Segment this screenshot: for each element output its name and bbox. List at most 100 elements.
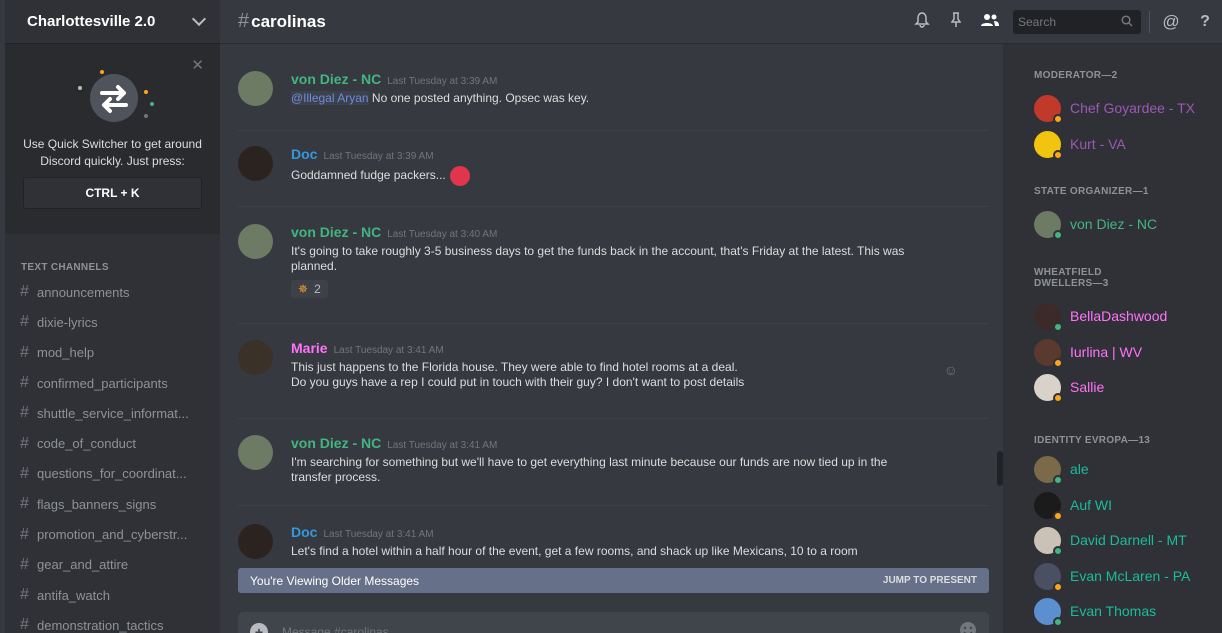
channel-list: # announcements # dixie-lyrics # mod_help # con… bbox=[5, 277, 220, 633]
role-name: WHEATFIELD bbox=[1034, 267, 1102, 278]
avatar[interactable] bbox=[238, 71, 273, 106]
older-messages-bar[interactable]: You're Viewing Older Messages JUMP TO PR… bbox=[238, 568, 989, 593]
channel-name: code_of_conduct bbox=[37, 436, 137, 452]
server-header[interactable]: Charlottesville 2.0 bbox=[5, 0, 220, 44]
status-indicator bbox=[1053, 510, 1063, 521]
member-item[interactable]: Kurt - VA bbox=[1034, 129, 1126, 160]
message-line-text: Do you guys have a rep I could put in to… bbox=[291, 375, 745, 389]
channel-name: promotion_and_cyberstr... bbox=[37, 527, 188, 543]
message-author[interactable]: Doc bbox=[291, 146, 317, 162]
message-author[interactable]: von Diez - NC bbox=[291, 71, 381, 87]
message-text: @Illegal Aryan No one posted anything. O… bbox=[291, 91, 988, 106]
member-item[interactable]: Evan Thomas bbox=[1034, 596, 1156, 627]
message: Doc Last Tuesday at 3:41 AM Let's find a h… bbox=[238, 524, 988, 559]
message-author[interactable]: von Diez - NC bbox=[291, 224, 381, 240]
member-item[interactable]: von Diez - NC bbox=[1034, 209, 1157, 240]
jump-to-present-button[interactable]: JUMP TO PRESENT bbox=[883, 575, 977, 586]
message-text: I'm searching for something but we'll ha… bbox=[291, 455, 988, 485]
role-header: WHEATFIELD DWELLERS—3 bbox=[1034, 267, 1109, 289]
add-reaction-icon[interactable]: ☺ bbox=[944, 362, 958, 378]
message-line: Goddamned fudge packers... bbox=[291, 166, 988, 186]
member-item[interactable]: BellaDashwood bbox=[1034, 301, 1168, 332]
chevron-down-icon[interactable] bbox=[191, 11, 207, 27]
avatar bbox=[1034, 597, 1063, 627]
channel-item[interactable]: # dixie-lyrics bbox=[5, 307, 220, 337]
channel-item[interactable]: # shuttle_service_informat... bbox=[5, 398, 220, 428]
hash-icon: # bbox=[20, 525, 29, 543]
pin-icon[interactable] bbox=[939, 11, 973, 33]
member-item[interactable]: David Darnell - MT bbox=[1034, 525, 1187, 556]
older-messages-label: You're Viewing Older Messages bbox=[250, 573, 420, 588]
message: von Diez - NC Last Tuesday at 3:41 AM I'm … bbox=[238, 435, 988, 485]
hash-icon: # bbox=[20, 586, 29, 604]
role-name: MODERATOR—2 bbox=[1034, 70, 1118, 81]
role-header: MODERATOR—2 bbox=[1034, 70, 1118, 81]
member-item[interactable]: Sallie bbox=[1034, 372, 1104, 403]
search-input[interactable]: Search bbox=[1013, 10, 1141, 34]
emoji-picker-icon[interactable] bbox=[959, 621, 977, 633]
channel-name: mod_help bbox=[37, 345, 95, 361]
member-item[interactable]: Iurlina | WV bbox=[1034, 337, 1142, 368]
close-icon[interactable]: ✕ bbox=[191, 56, 204, 74]
message-text: Goddamned fudge packers... bbox=[291, 166, 988, 186]
channel-header: # carolinas Search @ ? bbox=[220, 0, 1222, 44]
channel-item[interactable]: # announcements bbox=[5, 277, 220, 307]
member-item[interactable]: Evan McLaren - PA bbox=[1034, 561, 1190, 592]
message-composer[interactable]: + Message #carolinas bbox=[238, 612, 989, 633]
avatar[interactable] bbox=[238, 524, 273, 559]
avatar[interactable] bbox=[238, 435, 273, 470]
hash-icon: # bbox=[238, 10, 250, 32]
status-indicator bbox=[1053, 113, 1063, 124]
avatar[interactable] bbox=[238, 146, 273, 181]
member-item[interactable]: Chef Goyardee - TX bbox=[1034, 93, 1195, 124]
avatar[interactable] bbox=[238, 224, 273, 259]
channel-item[interactable]: # questions_for_coordinat... bbox=[5, 459, 220, 489]
user-mention[interactable]: @Illegal Aryan bbox=[291, 91, 369, 105]
channel-item[interactable]: # promotion_and_cyberstr... bbox=[5, 519, 220, 549]
channel-category-label[interactable]: TEXT CHANNELS bbox=[21, 262, 220, 273]
message-divider bbox=[238, 418, 988, 419]
bell-icon[interactable] bbox=[905, 11, 939, 33]
channel-item[interactable]: # mod_help bbox=[5, 338, 220, 368]
message-list: You're Viewing Older Messages JUMP TO PR… bbox=[220, 44, 1003, 633]
channel-name: antifa_watch bbox=[37, 587, 110, 603]
channel-item[interactable]: # gear_and_attire bbox=[5, 550, 220, 580]
message-timestamp: Last Tuesday at 3:40 AM bbox=[387, 229, 498, 240]
message: von Diez - NC Last Tuesday at 3:39 AM @Ill… bbox=[238, 71, 988, 106]
mention-icon[interactable]: @ bbox=[1154, 12, 1188, 32]
avatar[interactable] bbox=[238, 340, 273, 375]
channel-item[interactable]: # code_of_conduct bbox=[5, 428, 220, 458]
message-line-text: It's going to take roughly 3-5 business … bbox=[291, 244, 905, 258]
status-indicator bbox=[1053, 616, 1063, 627]
channel-item[interactable]: # flags_banners_signs bbox=[5, 489, 220, 519]
qs-text-line: Use Quick Switcher to get around bbox=[23, 137, 202, 151]
status-indicator bbox=[1053, 392, 1063, 403]
message-divider bbox=[238, 505, 988, 506]
status-indicator bbox=[1053, 474, 1063, 485]
message-timestamp: Last Tuesday at 3:41 AM bbox=[333, 345, 444, 356]
composer-placeholder: Message #carolinas bbox=[282, 625, 389, 633]
channel-item[interactable]: # demonstration_tactics bbox=[5, 610, 220, 633]
member-item[interactable]: Auf WI bbox=[1034, 490, 1112, 521]
upload-plus-icon[interactable]: + bbox=[250, 623, 268, 633]
channel-item[interactable]: # confirmed_participants bbox=[5, 368, 220, 398]
toolbar-divider bbox=[1149, 11, 1150, 33]
avatar bbox=[1034, 210, 1063, 240]
quick-switcher-graphic bbox=[68, 70, 158, 132]
help-icon[interactable]: ? bbox=[1188, 13, 1222, 31]
reaction[interactable]: ✵ 2 bbox=[291, 280, 328, 298]
channel-name: questions_for_coordinat... bbox=[37, 466, 187, 482]
shortcut-key: CTRL + K bbox=[23, 177, 202, 209]
message-line-text: transfer process. bbox=[291, 470, 381, 484]
member-name: BellaDashwood bbox=[1070, 308, 1168, 324]
message-author[interactable]: Marie bbox=[291, 340, 328, 356]
message-divider bbox=[238, 130, 988, 131]
members-icon[interactable] bbox=[973, 12, 1007, 33]
message-author[interactable]: Doc bbox=[291, 524, 317, 540]
message-line-text: This just happens to the Florida house. … bbox=[291, 360, 738, 374]
message-author[interactable]: von Diez - NC bbox=[291, 435, 381, 451]
channel-item[interactable]: # antifa_watch bbox=[5, 580, 220, 610]
angry-face-icon bbox=[449, 166, 470, 186]
member-item[interactable]: ale bbox=[1034, 454, 1089, 485]
message-line-text: Let's find a hotel within a half hour of… bbox=[291, 544, 858, 558]
